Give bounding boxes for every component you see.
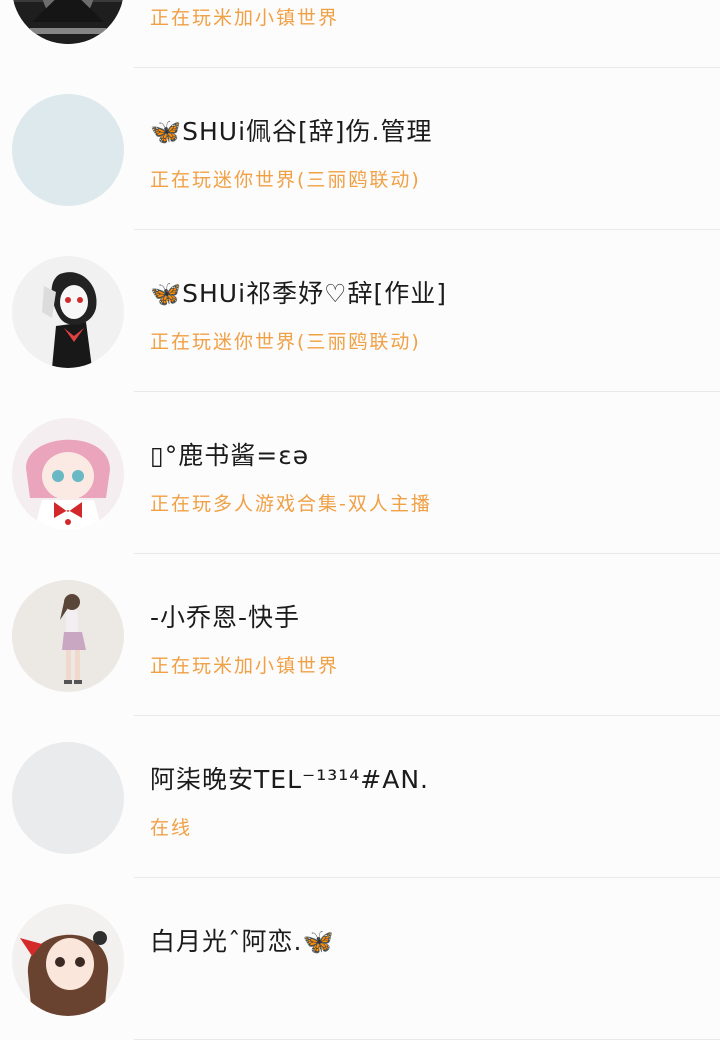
friend-name: 阿柒晚安TEL⁻¹³¹⁴#AN.: [150, 765, 429, 794]
avatar[interactable]: [12, 904, 124, 1016]
friend-name: 🦋SHUi祁季妤♡辞[作业]: [150, 279, 447, 308]
avatar[interactable]: [12, 0, 124, 44]
friend-row[interactable]: 正在玩米加小镇世界: [0, 0, 720, 68]
avatar[interactable]: [12, 256, 124, 368]
friend-name: 🦋SHUi佩谷[辞]伤.管理: [150, 117, 433, 146]
blank-avatar-icon: [12, 742, 124, 854]
masked-anime-avatar-icon: [12, 256, 124, 368]
avatar[interactable]: [12, 580, 124, 692]
friend-row[interactable]: 阿柒晚安TEL⁻¹³¹⁴#AN. 在线: [0, 716, 720, 878]
avatar[interactable]: [12, 742, 124, 854]
avatar[interactable]: [12, 94, 124, 206]
friend-status: 正在玩多人游戏合集-双人主播: [150, 493, 432, 515]
friend-status: 正在玩迷你世界(三丽鸥联动): [150, 169, 421, 191]
pink-hair-anime-avatar-icon: [12, 418, 124, 530]
friend-status: 正在玩米加小镇世界: [150, 7, 340, 29]
friend-status: 正在玩米加小镇世界: [150, 655, 340, 677]
friend-name: 白月光ˆ阿恋.🦋: [150, 927, 335, 956]
friend-row[interactable]: 🦋SHUi祁季妤♡辞[作业] 正在玩迷你世界(三丽鸥联动): [0, 230, 720, 392]
blank-avatar-icon: [12, 94, 124, 206]
friend-status: 在线: [150, 817, 193, 839]
friend-row[interactable]: ▯°鹿书酱=ɛə 正在玩多人游戏合集-双人主播: [0, 392, 720, 554]
avatar[interactable]: [12, 418, 124, 530]
standing-figure-avatar-icon: [12, 580, 124, 692]
brown-hair-anime-avatar-icon: [12, 904, 124, 1016]
friend-list: 正在玩米加小镇世界 🦋SHUi佩谷[辞]伤.管理 正在玩迷你世界(三丽鸥联动): [0, 0, 720, 1040]
friend-status: 正在玩迷你世界(三丽鸥联动): [150, 331, 421, 353]
friend-name: ▯°鹿书酱=ɛə: [150, 441, 310, 470]
friend-row[interactable]: 白月光ˆ阿恋.🦋: [0, 878, 720, 1040]
friend-row[interactable]: 🦋SHUi佩谷[辞]伤.管理 正在玩迷你世界(三丽鸥联动): [0, 68, 720, 230]
dark-anime-avatar-icon: [12, 0, 124, 44]
friend-name: -小乔恩-快手: [150, 603, 301, 632]
friend-row[interactable]: -小乔恩-快手 正在玩米加小镇世界: [0, 554, 720, 716]
